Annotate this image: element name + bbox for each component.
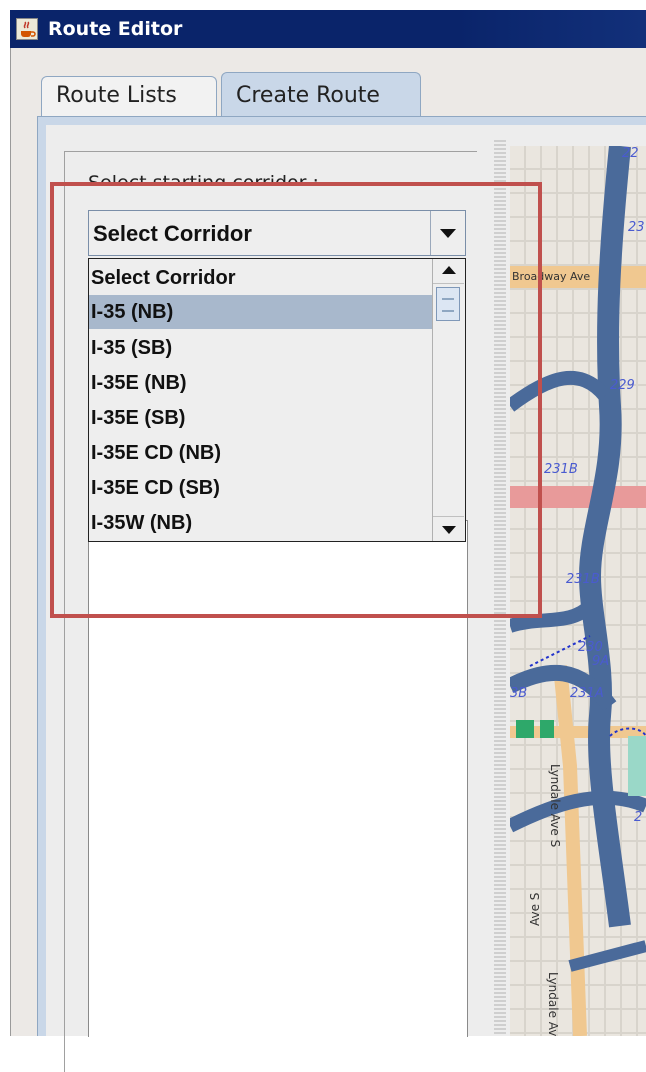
map-exit-label: 229 bbox=[610, 378, 635, 393]
tab-label: Create Route bbox=[236, 83, 380, 108]
map-exit-label: 231B bbox=[544, 462, 578, 477]
map-street-label: Ave S bbox=[528, 892, 542, 926]
title-bar: Route Editor bbox=[10, 10, 646, 48]
map-exit-label: 22 bbox=[622, 146, 639, 161]
map-street-label: Lyndale Ave S bbox=[548, 764, 562, 848]
map-exit-label: 231B bbox=[566, 572, 600, 587]
map-street-label: Lyndale Ave S bbox=[546, 972, 560, 1036]
map-exit-label: 3B bbox=[510, 686, 528, 701]
map-exit-label: 9A bbox=[592, 654, 610, 669]
java-cup-icon bbox=[16, 18, 38, 40]
tab-route-lists[interactable]: Route Lists bbox=[41, 76, 217, 116]
map-exit-label: 231A bbox=[570, 686, 604, 701]
window-title: Route Editor bbox=[48, 18, 183, 40]
map-exit-label: 2 bbox=[634, 810, 643, 825]
tab-label: Route Lists bbox=[56, 83, 177, 108]
tab-create-route[interactable]: Create Route bbox=[221, 72, 421, 118]
highlight-rectangle bbox=[50, 182, 542, 618]
map-exit-label: 230 bbox=[578, 640, 603, 655]
map-exit-label: 23 bbox=[628, 220, 645, 235]
